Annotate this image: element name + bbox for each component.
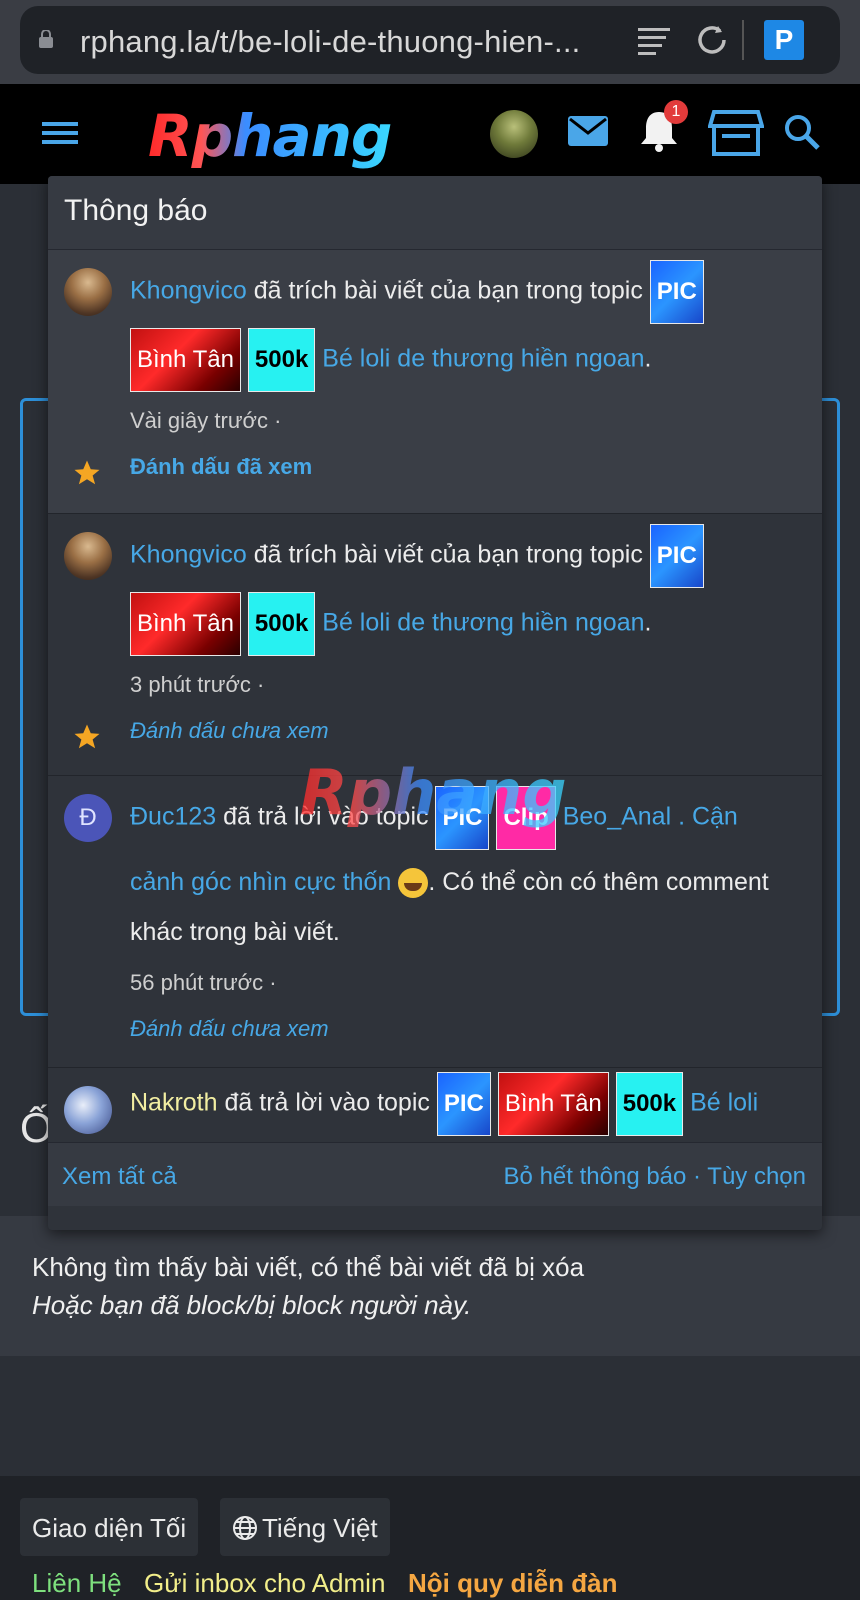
timestamp: 3 phút trước ·	[130, 672, 265, 697]
tag-binh-tan[interactable]: Bình Tân	[497, 1072, 609, 1136]
url-text[interactable]: rphang.la/t/be-loli-de-thuong-hien-...	[80, 24, 640, 60]
avatar[interactable]: Đ	[64, 794, 112, 842]
notification-line: Khongvico đã trích bài viết của bạn tron…	[130, 524, 704, 588]
notification-line: Đuc123 đã trả lời vào topic PIC Clip Beo…	[130, 786, 738, 850]
theme-toggle-label: Giao diện Tối	[32, 1513, 187, 1543]
action-text: đã trích bài viết của bạn trong topic	[253, 540, 643, 569]
site-logo[interactable]: Rphang	[148, 102, 392, 170]
star-icon	[74, 724, 100, 749]
blocked-message: Hoặc bạn đã block/bị block người này.	[32, 1290, 472, 1320]
notification-item[interactable]: Đ Đuc123 đã trả lời vào topic PIC Clip B…	[48, 776, 822, 1068]
lock-icon	[39, 30, 53, 48]
menu-icon[interactable]	[40, 116, 80, 150]
theme-toggle-button[interactable]: Giao diện Tối	[20, 1498, 199, 1556]
tag-500k[interactable]: 500k	[247, 592, 316, 656]
user-link[interactable]: Khongvico	[130, 541, 247, 569]
action-text: đã trả lời vào topic	[223, 802, 429, 831]
user-link[interactable]: Nakroth	[130, 1089, 218, 1117]
tag-pic[interactable]: PIC	[649, 524, 704, 588]
forum-rules-link[interactable]: Nội quy diễn đàn	[408, 1568, 617, 1599]
topic-link[interactable]: Bé loli de thương hiền ngoan	[322, 345, 644, 373]
language-button[interactable]: Tiếng Việt	[220, 1498, 390, 1556]
panel-header: Thông báo	[48, 176, 822, 250]
user-avatar[interactable]	[490, 110, 538, 158]
action-text: đã trích bài viết của bạn trong topic	[253, 276, 643, 305]
suffix-text: . Có thể còn có thêm comment	[428, 868, 769, 896]
notifications-panel: Thông báo Khongvico đã trích bài viết củ…	[48, 176, 822, 1230]
contact-link[interactable]: Liên Hệ	[32, 1568, 122, 1599]
mark-read-link[interactable]: Đánh dấu đã xem	[130, 454, 312, 480]
tag-pic[interactable]: PIC	[435, 786, 490, 850]
topic-link[interactable]: Bé loli de thương hiền ngoan	[322, 609, 644, 637]
see-all-link[interactable]: Xem tất cả	[62, 1163, 177, 1191]
panel-footer: Xem tất cả Bỏ hết thông báo · Tùy chọn	[48, 1142, 822, 1206]
notification-item[interactable]: Khongvico đã trích bài viết của bạn tron…	[48, 250, 822, 514]
mark-unread-link[interactable]: Đánh dấu chưa xem	[130, 1016, 329, 1042]
notification-item[interactable]: Nakroth đã trả lời vào topic PIC Bình Tâ…	[48, 1068, 822, 1142]
browser-toolbar: rphang.la/t/be-loli-de-thuong-hien-... P	[0, 0, 860, 84]
tag-clip[interactable]: Clip	[496, 786, 556, 850]
extension-p-label: P	[774, 24, 794, 55]
site-header: Rphang 1	[0, 84, 860, 184]
panel-title: Thông báo	[64, 194, 208, 227]
tag-binh-tan[interactable]: Bình Tân	[130, 592, 241, 656]
notification-count-badge: 1	[664, 100, 688, 124]
timestamp: Vài giây trước ·	[130, 408, 282, 433]
laughing-emoji-icon	[398, 868, 429, 899]
mark-unread-link[interactable]: Đánh dấu chưa xem	[130, 718, 329, 744]
mail-icon[interactable]	[566, 114, 610, 150]
timestamp: 56 phút trước ·	[130, 970, 277, 995]
not-found-box	[0, 1216, 860, 1356]
star-icon	[74, 460, 100, 485]
user-link[interactable]: Khongvico	[130, 277, 247, 305]
toolbar-divider	[742, 20, 744, 60]
reload-icon[interactable]	[692, 20, 732, 60]
footer-separator: ·	[693, 1163, 702, 1190]
topic-link-continued[interactable]: cảnh góc nhìn cực thốn	[130, 868, 391, 896]
dismiss-all-link[interactable]: Bỏ hết thông báo	[504, 1163, 687, 1190]
globe-icon	[233, 1516, 257, 1540]
search-icon[interactable]	[782, 112, 822, 152]
extension-p-icon[interactable]: P	[764, 20, 804, 60]
suffix-text: .	[644, 344, 652, 373]
topic-link[interactable]: Bé loli	[690, 1089, 758, 1117]
tag-binh-tan[interactable]: Bình Tân	[130, 328, 241, 392]
tag-pic[interactable]: PIC	[649, 260, 704, 324]
suffix-text: .	[644, 608, 652, 637]
avatar[interactable]	[64, 1086, 112, 1134]
notification-line: Nakroth đã trả lời vào topic PIC Bình Tâ…	[130, 1072, 758, 1136]
user-link[interactable]: Đuc123	[130, 803, 216, 831]
options-link[interactable]: Tùy chọn	[707, 1163, 806, 1190]
avatar[interactable]	[64, 268, 112, 316]
address-bar[interactable]: rphang.la/t/be-loli-de-thuong-hien-... P	[20, 6, 840, 74]
action-text: đã trả lời vào topic	[224, 1088, 430, 1117]
notification-item[interactable]: Khongvico đã trích bài viết của bạn tron…	[48, 514, 822, 776]
notification-line: khác trong bài viết.	[130, 918, 340, 946]
tag-pic[interactable]: PIC	[436, 1072, 491, 1136]
avatar[interactable]	[64, 532, 112, 580]
tag-500k[interactable]: 500k	[247, 328, 316, 392]
notification-line: Bình Tân 500k Bé loli de thương hiền ngo…	[130, 328, 651, 392]
notification-line: cảnh góc nhìn cực thốn . Có thể còn có t…	[130, 868, 769, 899]
notification-line: Bình Tân 500k Bé loli de thương hiền ngo…	[130, 592, 651, 656]
not-found-message: Không tìm thấy bài viết, có thể bài viết…	[32, 1252, 585, 1282]
notification-line: Khongvico đã trích bài viết của bạn tron…	[130, 260, 704, 324]
footer-actions: Bỏ hết thông báo · Tùy chọn	[504, 1163, 806, 1191]
language-label: Tiếng Việt	[262, 1513, 378, 1543]
reader-mode-icon[interactable]	[634, 20, 674, 60]
topic-link[interactable]: Beo_Anal . Cận	[563, 803, 738, 831]
inbox-admin-link[interactable]: Gửi inbox cho Admin	[144, 1568, 385, 1599]
tag-500k[interactable]: 500k	[615, 1072, 684, 1136]
store-icon[interactable]	[708, 108, 764, 158]
